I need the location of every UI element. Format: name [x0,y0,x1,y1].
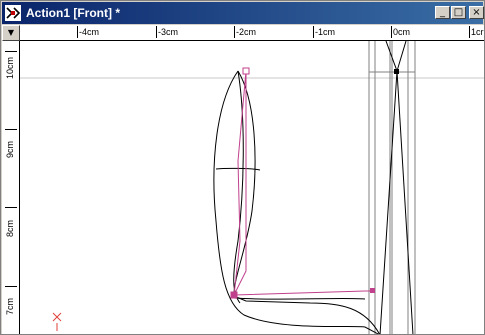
v-ruler-tick [5,129,17,130]
profile-inner-curve [233,70,380,334]
h-ruler-label: 1cr [471,27,484,37]
h-ruler-label: -1cm [315,27,335,37]
chevron-down-icon: ▼ [7,28,15,37]
minimize-icon: _ [440,7,445,18]
v-ruler-label: 10cm [5,56,15,79]
control-point-handle-icon[interactable] [394,69,399,74]
app-logo-icon [5,5,21,21]
right-profile-curve [379,41,398,334]
right-profile-curve [396,41,414,334]
close-icon: × [472,7,481,18]
maximize-icon: □ [453,7,464,18]
viewport-drawing [20,41,484,334]
h-ruler-label: -2cm [236,27,256,37]
h-ruler-tick [313,26,314,38]
v-ruler-label: 7cm [5,297,15,315]
v-ruler-label: 9cm [5,140,15,158]
front-viewport-canvas[interactable] [20,41,484,334]
h-ruler-label: 0cm [393,27,411,37]
vertical-guide-group [368,41,416,334]
maximize-button[interactable]: □ [451,6,466,19]
h-ruler-label: -4cm [79,27,99,37]
control-point-handle-icon[interactable] [242,67,250,75]
control-point-handle-icon[interactable] [230,291,238,299]
profile-bottom-curve [233,297,366,300]
control-point-handle-icon[interactable] [370,288,375,293]
h-ruler-tick [77,26,78,38]
h-ruler-tick [469,26,470,38]
v-ruler-tick [5,286,17,287]
x-axis-marker-icon [52,312,62,331]
vertical-ruler[interactable]: 10cm 9cm 8cm 7cm [2,41,20,334]
h-ruler-label: -3cm [158,27,178,37]
application-window: Action1 [Front] * _ □ × ▼ -4cm -3cm -2cm… [0,0,485,335]
v-ruler-tick [5,51,17,52]
h-ruler-tick [234,26,235,38]
h-ruler-tick [391,26,392,38]
close-button[interactable]: × [469,6,484,19]
control-polygon-path [233,71,247,296]
ruler-corner-button[interactable]: ▼ [2,25,20,41]
v-ruler-label: 8cm [5,219,15,237]
window-title: Action1 [Front] * [26,6,120,20]
v-ruler-tick [5,207,17,208]
h-ruler-tick [156,26,157,38]
title-bar[interactable]: Action1 [Front] * _ □ × [2,2,484,24]
horizontal-ruler[interactable]: -4cm -3cm -2cm -1cm 0cm 1cr [20,25,484,41]
minimize-button[interactable]: _ [435,6,450,19]
